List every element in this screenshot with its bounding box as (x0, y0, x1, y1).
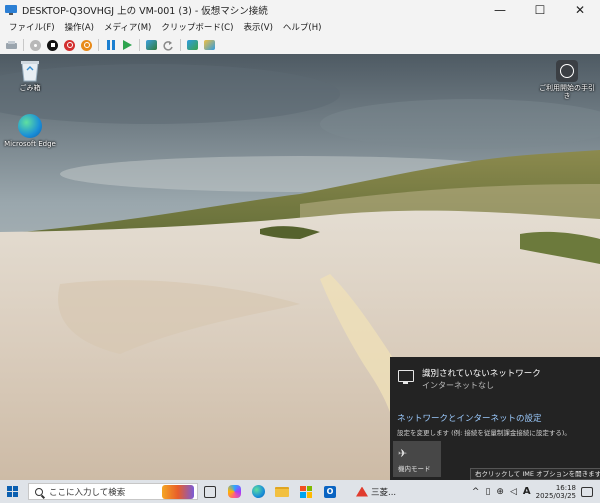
airplane-mode-toggle[interactable]: ✈ 機内モード (393, 441, 441, 477)
running-app-button[interactable]: 三菱... (356, 486, 396, 498)
edge-icon (251, 485, 265, 498)
toolbar (0, 36, 600, 54)
turn-off-icon[interactable] (46, 38, 60, 52)
edge-label: Microsoft Edge (4, 140, 56, 148)
ctrl-alt-del-icon[interactable] (5, 38, 19, 52)
menu-help[interactable]: ヘルプ(H) (278, 20, 327, 36)
window-title: DESKTOP-Q3OVHGJ 上の VM-001 (3) - 仮想マシン接続 (22, 6, 268, 17)
minimize-button[interactable]: — (480, 0, 520, 20)
menu-bar: ファイル(F) 操作(A) メディア(M) クリップボード(C) 表示(V) ヘ… (0, 20, 600, 36)
show-hidden-icons-icon[interactable]: ^ (472, 487, 480, 497)
search-placeholder: ここに入力して検索 (49, 487, 126, 498)
toolbar-separator (180, 39, 181, 51)
get-started-label: ご利用開始の手引き (539, 84, 595, 100)
save-icon[interactable] (80, 38, 94, 52)
share-icon[interactable] (203, 38, 217, 52)
app-logo-icon (356, 486, 368, 497)
taskbar: ここに入力して検索 O 三菱... ^ ▯ ⊕ ◁ A 16:18 2025/0… (0, 480, 600, 503)
edge-taskbar-button[interactable] (249, 483, 267, 501)
search-icon (35, 487, 43, 496)
airplane-mode-label: 機内モード (398, 465, 431, 473)
notification-icon[interactable] (581, 486, 593, 497)
file-explorer-button[interactable] (273, 483, 291, 501)
copilot-button[interactable] (225, 483, 243, 501)
windows-icon (6, 486, 18, 497)
recycle-bin-shortcut[interactable]: ごみ箱 (0, 58, 60, 92)
toolbar-separator (23, 39, 24, 51)
checkpoint-icon[interactable] (145, 38, 159, 52)
get-started-icon (556, 60, 578, 82)
toolbar-separator (139, 39, 140, 51)
toolbar-separator (98, 39, 99, 51)
close-button[interactable]: ✕ (560, 0, 600, 20)
network-status: インターネットなし (422, 381, 494, 390)
store-button[interactable] (297, 483, 315, 501)
network-entry[interactable]: 識別されていないネットワーク インターネットなし (398, 369, 541, 391)
airplane-icon: ✈ (398, 447, 408, 460)
folder-icon (275, 486, 289, 497)
menu-view[interactable]: 表示(V) (238, 20, 277, 36)
volume-icon[interactable]: ◁ (510, 487, 517, 497)
menu-media[interactable]: メディア(M) (99, 20, 156, 36)
shutdown-icon[interactable] (63, 38, 77, 52)
ethernet-icon (398, 370, 414, 384)
menu-clipboard[interactable]: クリップボード(C) (156, 20, 238, 36)
revert-icon[interactable] (162, 38, 176, 52)
start-icon[interactable] (29, 38, 43, 52)
enhanced-session-icon[interactable] (186, 38, 200, 52)
clock-date: 2025/03/25 (535, 491, 576, 500)
network-icon[interactable]: ⊕ (496, 487, 504, 497)
window-controls: — ☐ ✕ (480, 0, 600, 20)
network-name: 識別されていないネットワーク (422, 369, 541, 379)
search-highlight-icon (162, 485, 194, 499)
network-flyout: 識別されていないネットワーク インターネットなし ネットワークとインターネットの… (390, 357, 600, 480)
copilot-icon (227, 485, 241, 498)
taskbar-search[interactable]: ここに入力して検索 (28, 483, 198, 500)
recycle-bin-icon (21, 61, 39, 82)
clock[interactable]: 16:18 2025/03/25 (536, 484, 576, 500)
resume-icon[interactable] (121, 38, 135, 52)
get-started-shortcut[interactable]: ご利用開始の手引き (537, 60, 597, 100)
system-tray: ^ ▯ ⊕ ◁ A 16:18 2025/03/25 (469, 480, 600, 503)
outlook-icon: O (324, 485, 336, 498)
task-view-button[interactable] (201, 483, 219, 501)
outlook-button[interactable]: O (321, 483, 339, 501)
network-settings-link[interactable]: ネットワークとインターネットの設定 (397, 412, 542, 424)
recycle-bin-label: ごみ箱 (19, 84, 41, 92)
ime-mode-indicator[interactable]: A (523, 486, 531, 497)
maximize-button[interactable]: ☐ (520, 0, 560, 20)
edge-icon (18, 114, 42, 138)
battery-icon[interactable]: ▯ (485, 487, 490, 497)
title-bar: DESKTOP-Q3OVHGJ 上の VM-001 (3) - 仮想マシン接続 … (0, 0, 600, 20)
store-icon (300, 485, 312, 498)
running-app-label: 三菱... (371, 487, 397, 498)
vm-connection-icon (5, 5, 17, 15)
clock-time: 16:18 (555, 483, 576, 492)
ime-tooltip: 右クリックして IME オプションを開きます (470, 468, 600, 480)
network-settings-desc: 設定を変更します (例: 接続を従量制課金接続に設定する)。 (397, 429, 571, 437)
menu-action[interactable]: 操作(A) (60, 20, 99, 36)
start-button[interactable] (0, 480, 24, 503)
menu-file[interactable]: ファイル(F) (4, 20, 60, 36)
edge-shortcut[interactable]: Microsoft Edge (0, 114, 60, 148)
pause-icon[interactable] (104, 38, 118, 52)
task-view-icon (204, 485, 216, 498)
